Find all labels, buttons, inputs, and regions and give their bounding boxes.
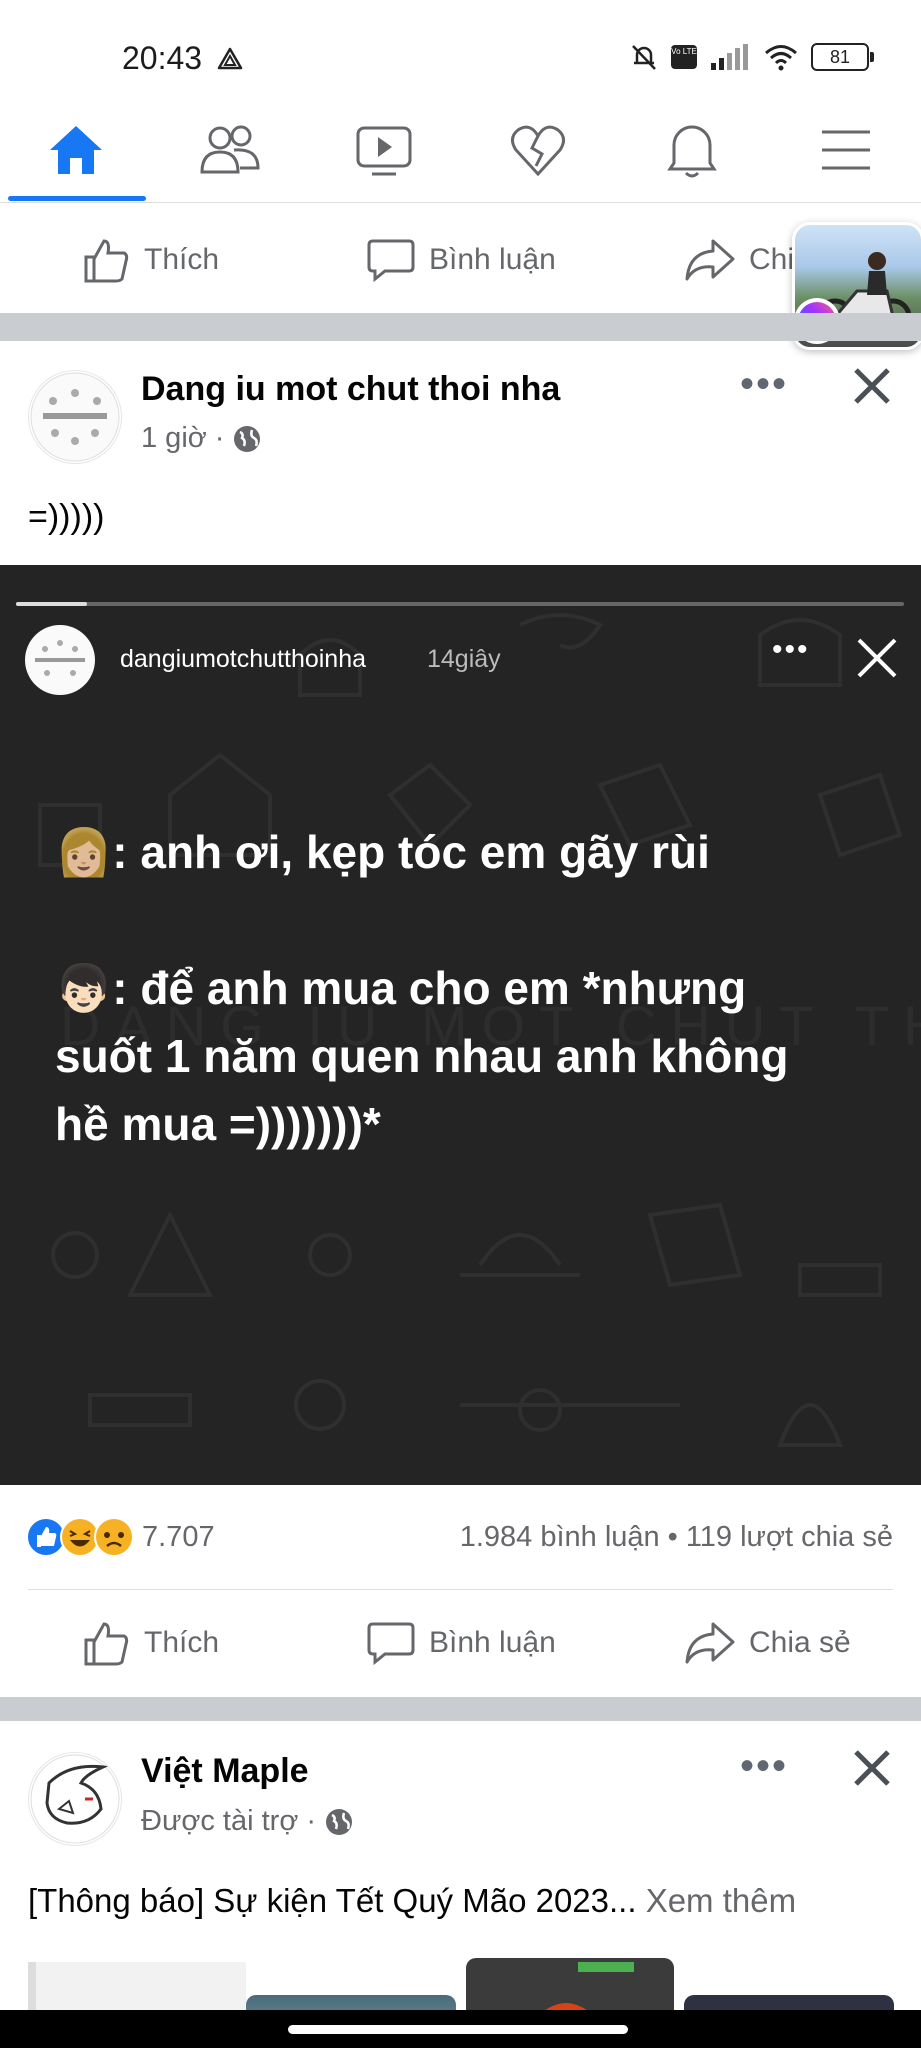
post-meta: 1 giờ · bbox=[141, 422, 262, 455]
share-icon bbox=[685, 1622, 735, 1664]
signal-icon bbox=[711, 44, 748, 70]
like-label: Thích bbox=[144, 243, 220, 276]
volte-icon: Vo LTE bbox=[671, 45, 697, 69]
status-time-text: 20:43 bbox=[122, 40, 203, 76]
video-icon bbox=[356, 126, 412, 176]
like-button[interactable]: Thích bbox=[82, 237, 219, 283]
battery-icon: 81 bbox=[811, 43, 874, 71]
feed-separator bbox=[0, 313, 921, 341]
sad-reaction-icon bbox=[94, 1517, 134, 1557]
status-icons: Vo LTE 81 bbox=[629, 42, 874, 72]
prev-post-actions: Thích Bình luận Chia sẻ bbox=[0, 205, 921, 315]
nav-friends[interactable] bbox=[170, 110, 290, 190]
story-more-icon[interactable]: ••• bbox=[772, 633, 810, 667]
share-label: Chia sẻ bbox=[749, 1626, 851, 1659]
meta-dot: · bbox=[306, 1805, 317, 1837]
comment-icon bbox=[367, 239, 415, 283]
story-progress-fill bbox=[16, 602, 88, 606]
nav-active-indicator bbox=[8, 196, 146, 201]
like-label: Thích bbox=[144, 1626, 220, 1659]
home-indicator[interactable] bbox=[288, 2025, 628, 2034]
globe-icon bbox=[326, 1808, 353, 1835]
thumbs-up-icon bbox=[84, 239, 129, 283]
story-text-line-4: hề mua =)))))))* bbox=[55, 1098, 381, 1150]
comment-button[interactable]: Bình luận bbox=[367, 237, 556, 283]
next-page-avatar[interactable] bbox=[28, 1752, 122, 1846]
story-image[interactable]: DANG IU MOT CHUT THOI NHA dangiumotchutt… bbox=[0, 565, 921, 1485]
meta-dot: · bbox=[214, 422, 225, 454]
nav-watch[interactable] bbox=[324, 110, 444, 190]
sponsored-label[interactable]: Được tài trợ bbox=[141, 1805, 298, 1838]
globe-icon bbox=[234, 425, 261, 452]
stats-bullet: • bbox=[667, 1521, 678, 1553]
rabbit-logo-icon bbox=[30, 1754, 120, 1844]
close-icon[interactable] bbox=[852, 1748, 892, 1788]
page-avatar[interactable] bbox=[28, 370, 122, 464]
top-nav bbox=[0, 100, 921, 203]
story-text-line-3: suốt 1 năm quen nhau anh không bbox=[55, 1030, 789, 1082]
like-button[interactable]: Thích bbox=[82, 1620, 219, 1666]
comment-label: Bình luận bbox=[429, 1626, 556, 1659]
nav-home[interactable] bbox=[16, 110, 136, 190]
see-more-link[interactable]: Xem thêm bbox=[646, 1882, 796, 1919]
thumbs-up-icon bbox=[84, 1622, 129, 1666]
post-actions: Thích Bình luận Chia sẻ bbox=[0, 1588, 921, 1698]
story-avatar[interactable] bbox=[25, 625, 95, 695]
share-button[interactable]: Chia sẻ bbox=[685, 1620, 851, 1666]
reactions-count: 7.707 bbox=[142, 1520, 215, 1553]
next-post-text: [Thông báo] Sự kiện Tết Quý Mão 2023... … bbox=[28, 1882, 796, 1920]
wifi-icon bbox=[765, 45, 797, 71]
story-text-line-2: 👦🏻: để anh mua cho em *nhưng bbox=[55, 962, 747, 1014]
share-icon bbox=[685, 239, 735, 281]
reactions-summary[interactable]: 7.707 bbox=[26, 1517, 215, 1557]
post-time[interactable]: 1 giờ bbox=[141, 422, 207, 455]
close-icon[interactable] bbox=[852, 366, 892, 406]
nav-menu[interactable] bbox=[786, 110, 906, 190]
nav-notifications[interactable] bbox=[632, 110, 752, 190]
alert-triangle-icon bbox=[217, 47, 243, 70]
story-username[interactable]: dangiumotchutthoinha bbox=[120, 645, 366, 674]
bell-muted-icon bbox=[632, 45, 656, 70]
status-time: 20:43 bbox=[122, 40, 243, 77]
engagement-stats: 1.984 bình luận • 119 lượt chia sẻ bbox=[460, 1521, 893, 1554]
home-icon bbox=[50, 126, 102, 174]
story-close-icon[interactable] bbox=[855, 636, 899, 680]
story-time: 14giây bbox=[427, 645, 501, 673]
hamburger-icon bbox=[822, 130, 870, 170]
next-page-name[interactable]: Việt Maple bbox=[141, 1752, 309, 1791]
page-logo-icon bbox=[30, 372, 120, 462]
shares-count[interactable]: 119 lượt chia sẻ bbox=[686, 1521, 893, 1554]
story-text-line-1: 👩🏼: anh ơi, kẹp tóc em gãy rùi bbox=[55, 826, 710, 878]
friends-icon bbox=[200, 125, 260, 174]
story-progress-track bbox=[16, 602, 904, 606]
more-options-icon[interactable]: ••• bbox=[740, 1744, 788, 1789]
feed-separator bbox=[0, 1697, 921, 1721]
heart-icon bbox=[511, 125, 565, 177]
more-options-icon[interactable]: ••• bbox=[740, 362, 788, 407]
page-name[interactable]: Dang iu mot chut thoi nha bbox=[141, 370, 560, 409]
comment-icon bbox=[367, 1622, 415, 1666]
next-post-caption: [Thông báo] Sự kiện Tết Quý Mão 2023... bbox=[28, 1882, 637, 1919]
page-logo-icon bbox=[35, 640, 85, 676]
next-post-meta: Được tài trợ · bbox=[141, 1805, 354, 1838]
comment-button[interactable]: Bình luận bbox=[367, 1620, 556, 1666]
comments-count[interactable]: 1.984 bình luận bbox=[460, 1521, 660, 1554]
comment-label: Bình luận bbox=[429, 243, 556, 276]
bell-icon bbox=[667, 125, 717, 178]
post-caption: =))))) bbox=[28, 498, 105, 536]
nav-dating[interactable] bbox=[478, 110, 598, 190]
